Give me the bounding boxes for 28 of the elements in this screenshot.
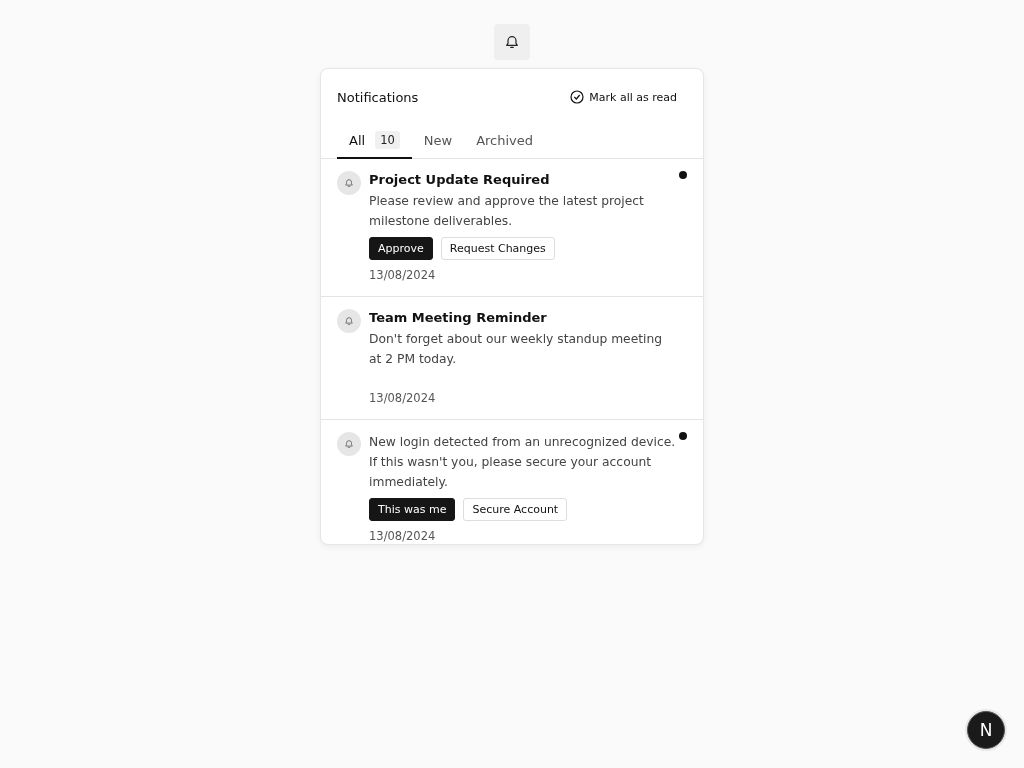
primary-action-button[interactable]: This was me [369,498,456,521]
secondary-action-button[interactable]: Secure Account [463,498,568,521]
tab[interactable]: All 10 [337,131,412,159]
notification-date: 13/08/2024 [369,529,437,543]
notification-date: 13/08/2024 [369,391,437,405]
bell-avatar-icon [337,171,361,195]
tab[interactable]: New [411,131,465,159]
secondary-action-button[interactable]: Request Changes [440,237,555,260]
dev-tools-button[interactable]: N [967,711,1005,749]
count-badge: 10 [375,131,400,149]
notification-date: 13/08/2024 [369,268,437,282]
notification-bell-button[interactable] [494,24,530,60]
notification-title: Team Meeting Reminder [369,310,548,325]
notification-title: Project Update Required [369,172,551,187]
bell-avatar-icon [337,309,361,333]
tab-label: Archived [476,132,534,148]
tab[interactable]: Archived [464,131,546,159]
panel-title: Notifications [337,89,419,105]
bell-icon [504,34,520,50]
notification-message: Please review and approve the latest project milestone deliverables. [369,193,645,230]
notification-message: New login detected from an unrecognized device. If this wasn't you, please secure your account immediately. [369,434,677,491]
tab-label: New [423,132,453,148]
mark-all-read-button[interactable]: Mark all as read [569,89,677,105]
tab-label: All [349,132,366,148]
bell-avatar-icon [337,432,361,456]
primary-action-button[interactable]: Approve [369,237,433,260]
notification-message: Don't forget about our weekly standup meeting at 2 PM today. [369,331,664,368]
check-circle-icon [569,89,586,105]
